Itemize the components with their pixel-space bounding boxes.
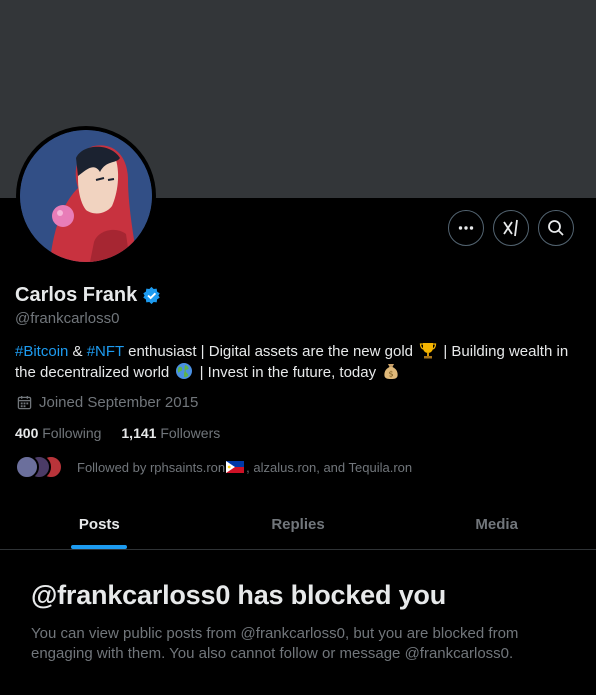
trophy-icon [420,343,437,359]
follower-avatar [15,455,39,479]
profile-name-row: Carlos Frank [15,284,161,307]
verified-badge-icon[interactable] [142,286,161,305]
profile-actions [448,210,574,246]
profile-bio: #Bitcoin & #NFT enthusiast | Digital ass… [15,341,587,383]
tab-media[interactable]: Media [397,500,596,549]
followers-count: 1,141 [121,425,157,441]
profile-handle: @frankcarloss0 [15,310,120,327]
money-bag-icon: $ [384,364,398,379]
tab-label: Posts [78,516,120,533]
followers-link[interactable]: 1,141 Followers [121,425,220,441]
svg-text:$: $ [389,370,394,379]
follower-avatars [15,455,63,479]
followed-by-text: Followed by rphsaints.ron , alzalus.ron,… [77,460,412,475]
hashtag-nft[interactable]: #NFT [87,343,124,360]
following-count: 400 [15,425,39,441]
search-icon [548,220,564,236]
grok-button[interactable] [493,210,529,246]
following-link[interactable]: 400 Following [15,425,101,441]
bio-text: & [68,343,87,360]
philippines-flag-icon [226,461,245,473]
active-tab-indicator [71,545,128,549]
more-horizontal-icon [458,226,474,230]
followed-by-suffix: , alzalus.ron, and Tequila.ron [246,459,413,475]
joined-text: Joined September 2015 [39,394,199,411]
bio-text: | Invest in the future, today [195,364,381,381]
tab-replies[interactable]: Replies [199,500,398,549]
avatar-image [20,130,152,262]
followers-label: Followers [160,425,221,441]
blocked-notice: @frankcarloss0 has blocked you You can v… [31,580,571,664]
calendar-icon [17,395,32,410]
profile-avatar[interactable] [16,126,156,266]
followed-by-prefix: Followed by rphsaints.ron [77,459,226,475]
bio-text: enthusiast | Digital assets are the new … [123,343,418,360]
more-button[interactable] [448,210,484,246]
blocked-body: You can view public posts from @frankcar… [31,625,519,662]
hashtag-bitcoin[interactable]: #Bitcoin [15,343,68,360]
globe-icon [176,363,193,379]
blocked-title: @frankcarloss0 has blocked you [31,580,446,610]
tab-posts[interactable]: Posts [0,500,199,549]
tab-label: Replies [271,516,325,533]
followed-by[interactable]: Followed by rphsaints.ron , alzalus.ron,… [15,455,412,479]
grok-icon [503,219,518,237]
following-label: Following [42,425,102,441]
profile-name: Carlos Frank [15,284,138,306]
search-button[interactable] [538,210,574,246]
profile-tabs: Posts Replies Media [0,500,596,550]
tab-label: Media [475,516,518,533]
profile-stats: 400 Following 1,141 Followers [15,425,220,441]
joined-date: Joined September 2015 [17,394,198,411]
